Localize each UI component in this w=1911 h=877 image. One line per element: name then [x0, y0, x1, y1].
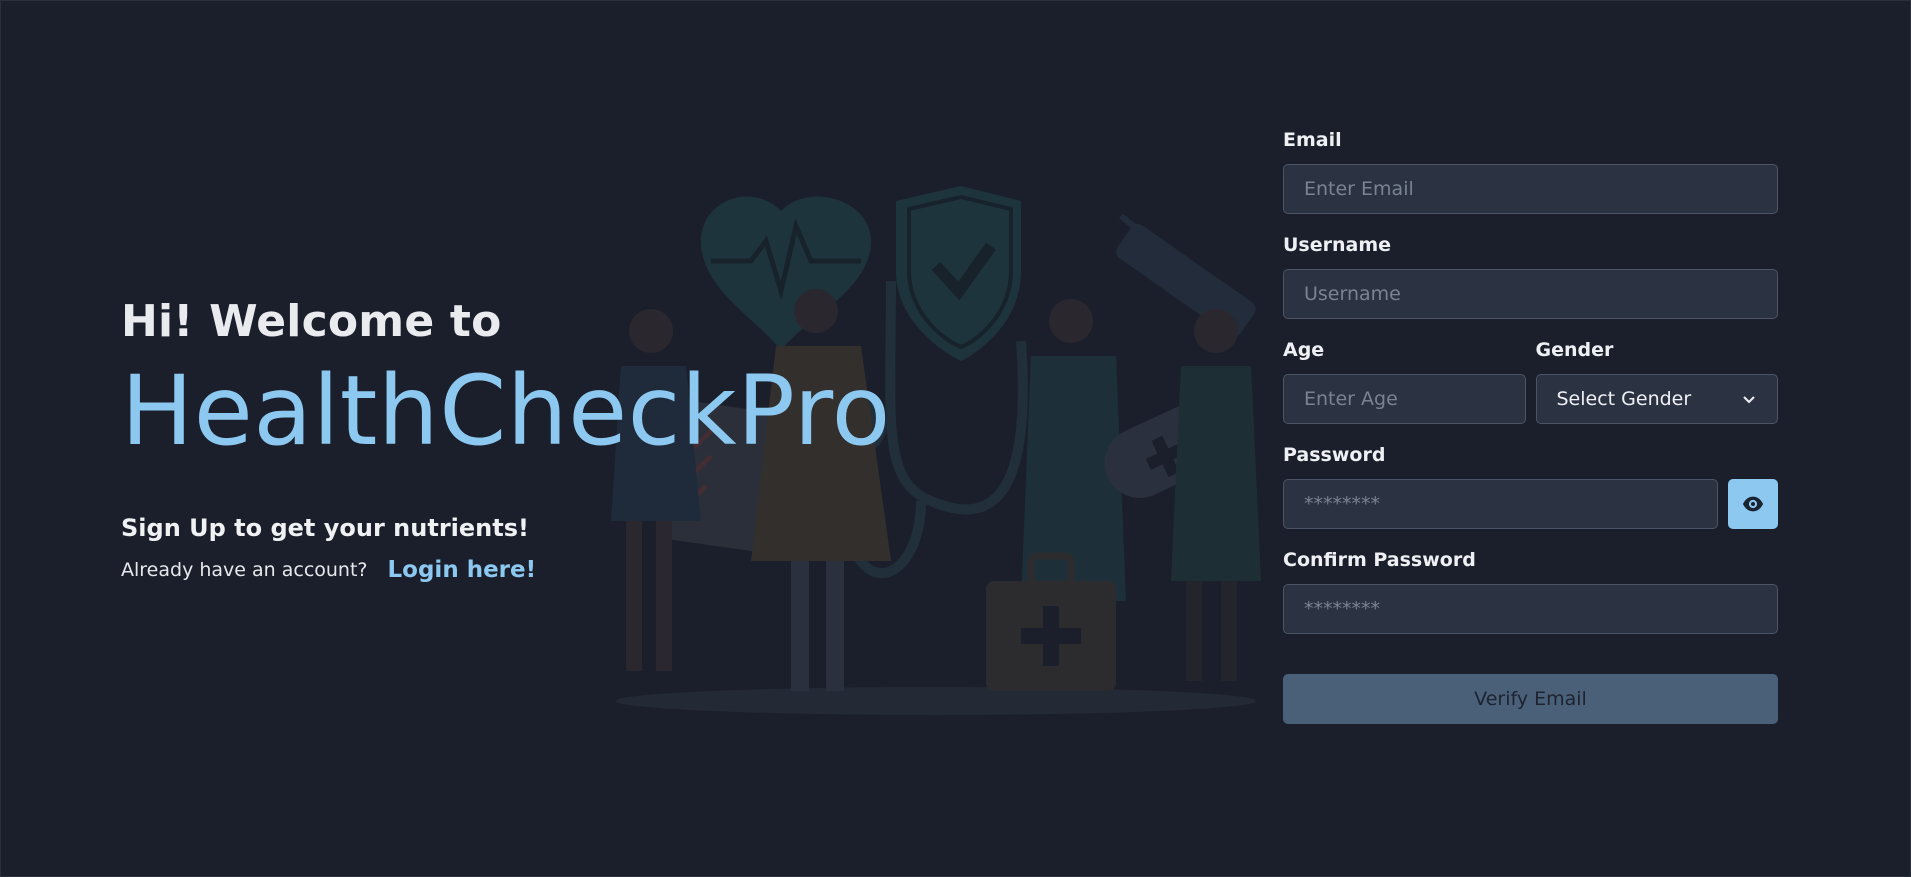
welcome-heading: Hi! Welcome to	[121, 296, 502, 347]
password-group: Password	[1283, 444, 1778, 529]
login-link[interactable]: Login here!	[388, 557, 537, 583]
chevron-down-icon	[1743, 396, 1755, 404]
age-group: Age	[1283, 339, 1526, 424]
username-input[interactable]	[1283, 269, 1778, 319]
age-label: Age	[1283, 339, 1325, 361]
age-gender-row: Age Gender Select Gender	[1283, 339, 1778, 424]
username-group: Username	[1283, 234, 1778, 319]
verify-email-button[interactable]: Verify Email	[1283, 674, 1778, 724]
gender-label: Gender	[1535, 339, 1614, 361]
email-label: Email	[1283, 129, 1342, 151]
signup-subtitle: Sign Up to get your nutrients!	[121, 514, 529, 542]
confirm-password-group: Confirm Password	[1283, 549, 1778, 634]
toggle-password-button[interactable]	[1728, 479, 1778, 529]
confirm-password-label: Confirm Password	[1283, 549, 1476, 571]
login-prompt: Already have an account? Login here!	[121, 557, 536, 583]
signup-page: Hi! Welcome to HealthCheckPro Sign Up to…	[0, 0, 1911, 877]
email-group: Email	[1283, 129, 1778, 214]
eye-icon	[1742, 496, 1764, 512]
account-prompt-text: Already have an account?	[121, 559, 368, 581]
gender-selected-value: Select Gender	[1556, 388, 1692, 410]
password-input[interactable]	[1283, 479, 1718, 529]
gender-group: Gender Select Gender	[1535, 339, 1778, 424]
email-input[interactable]	[1283, 164, 1778, 214]
password-row	[1283, 479, 1778, 529]
brand-title: HealthCheckPro	[121, 355, 891, 467]
gender-select[interactable]: Select Gender	[1535, 374, 1778, 424]
password-label: Password	[1283, 444, 1386, 466]
age-input[interactable]	[1283, 374, 1526, 424]
username-label: Username	[1283, 234, 1392, 256]
confirm-password-input[interactable]	[1283, 584, 1778, 634]
hero-section: Hi! Welcome to	[121, 296, 502, 347]
signup-form: Email Username Age Gender Select Gender	[1283, 129, 1778, 724]
